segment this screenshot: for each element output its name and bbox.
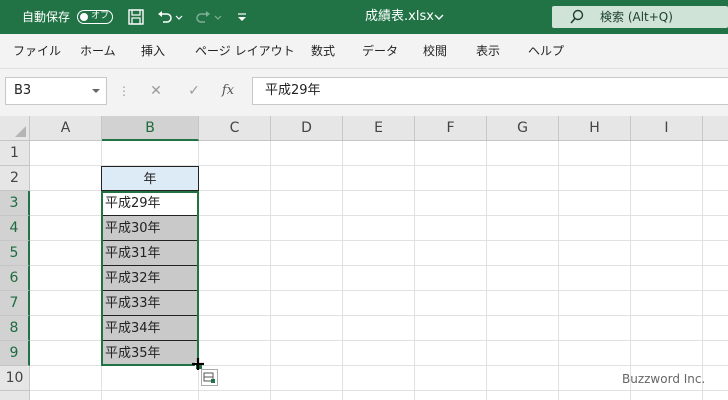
gridline — [342, 141, 343, 400]
select-all-icon — [15, 126, 26, 137]
undo-dropdown-icon[interactable] — [174, 8, 184, 26]
formula-content: 平成29年 — [265, 83, 321, 98]
tab-formulas[interactable]: 数式 — [311, 34, 335, 68]
gridline — [270, 141, 271, 400]
row-header-6[interactable]: 6 — [0, 266, 30, 291]
cell-b7[interactable]: 平成33年 — [101, 291, 199, 316]
worksheet-grid[interactable]: A B C D E F G H I 1 2 3 4 5 6 7 8 9 10 年… — [0, 116, 728, 400]
column-header-a[interactable]: A — [30, 116, 102, 141]
tab-insert[interactable]: 挿入 — [141, 34, 165, 68]
tab-review[interactable]: 校閲 — [423, 34, 447, 68]
cell-b5[interactable]: 平成31年 — [101, 241, 199, 266]
tab-home[interactable]: ホーム — [80, 34, 116, 68]
cancel-icon[interactable]: ✕ — [143, 78, 169, 104]
row-header-1[interactable]: 1 — [0, 141, 30, 166]
insert-function-icon[interactable]: fx — [215, 78, 241, 104]
row-header-3[interactable]: 3 — [0, 191, 30, 216]
file-name[interactable]: 成績表.xlsx — [365, 0, 434, 34]
row-header-5[interactable]: 5 — [0, 241, 30, 266]
cell-b8[interactable]: 平成34年 — [101, 316, 199, 341]
tab-data[interactable]: データ — [362, 34, 398, 68]
cell-b3[interactable]: 平成29年 — [101, 191, 199, 216]
cell-b4[interactable]: 平成30年 — [101, 216, 199, 241]
row-header-9[interactable]: 9 — [0, 341, 30, 366]
ribbon-tabs: ファイル ホーム 挿入 ページ レイアウト 数式 データ 校閲 表示 ヘルプ — [0, 34, 728, 69]
cell-b9[interactable]: 平成35年 — [101, 341, 199, 366]
title-bar: 自動保存 オフ 成績表.xlsx 検索 (Alt+Q) — [0, 0, 728, 34]
toggle-knob — [80, 12, 88, 21]
row-header-10[interactable]: 10 — [0, 366, 30, 391]
tab-page-layout[interactable]: ページ レイアウト — [195, 34, 295, 68]
row-header-7[interactable]: 7 — [0, 291, 30, 316]
row-header-2[interactable]: 2 — [0, 166, 30, 191]
column-header-j[interactable] — [703, 116, 728, 141]
redo-icon[interactable] — [194, 8, 212, 26]
redo-dropdown-icon[interactable] — [213, 8, 223, 26]
autosave-toggle[interactable]: オフ — [77, 10, 113, 24]
column-header-h[interactable]: H — [559, 116, 631, 141]
quick-analysis-button[interactable] — [201, 369, 218, 386]
column-header-e[interactable]: E — [343, 116, 415, 141]
row-header-11[interactable] — [0, 391, 30, 400]
search-box[interactable]: 検索 (Alt+Q) — [552, 6, 728, 28]
name-box[interactable]: B3 — [5, 77, 107, 105]
gridline — [486, 141, 487, 400]
column-header-d[interactable]: D — [271, 116, 343, 141]
cell-b6[interactable]: 平成32年 — [101, 266, 199, 291]
tab-help[interactable]: ヘルプ — [528, 34, 564, 68]
name-box-dropdown-icon[interactable] — [92, 89, 100, 93]
tab-file[interactable]: ファイル — [13, 34, 61, 68]
formula-input[interactable]: 平成29年 — [252, 77, 728, 105]
undo-icon[interactable] — [156, 8, 174, 26]
customize-toolbar-icon[interactable] — [236, 8, 248, 26]
tab-view[interactable]: 表示 — [476, 34, 500, 68]
column-header-g[interactable]: G — [487, 116, 559, 141]
row-header-8[interactable]: 8 — [0, 316, 30, 341]
gridline — [414, 141, 415, 400]
formula-bar-grip-icon: ⋮ — [118, 84, 130, 98]
autosave-label: 自動保存 — [22, 10, 71, 24]
file-name-chevron-icon[interactable] — [433, 8, 445, 26]
row-header-4[interactable]: 4 — [0, 216, 30, 241]
gridline — [630, 141, 631, 400]
quick-analysis-icon — [203, 372, 215, 383]
autosave-state: オフ — [91, 11, 110, 21]
search-label: 検索 (Alt+Q) — [600, 10, 673, 24]
column-header-i[interactable]: I — [631, 116, 703, 141]
save-icon[interactable] — [127, 8, 145, 26]
enter-icon[interactable]: ✓ — [181, 78, 207, 104]
column-header-b[interactable]: B — [102, 116, 199, 141]
column-header-f[interactable]: F — [415, 116, 487, 141]
gridline — [558, 141, 559, 400]
column-header-c[interactable]: C — [199, 116, 271, 141]
cell-b2-header[interactable]: 年 — [101, 166, 199, 191]
gridline — [30, 390, 728, 391]
name-box-value: B3 — [14, 83, 32, 98]
search-icon — [570, 9, 584, 24]
select-all-button[interactable] — [0, 116, 30, 141]
gridline — [702, 141, 703, 400]
watermark: Buzzword Inc. — [622, 372, 706, 386]
